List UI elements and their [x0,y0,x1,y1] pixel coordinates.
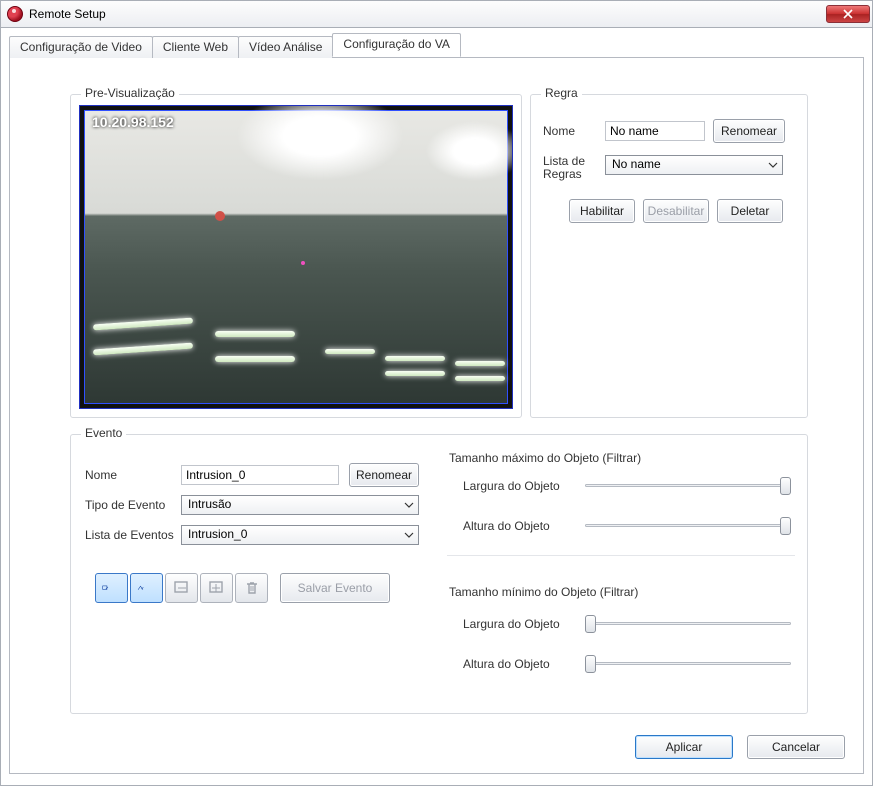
slider-thumb-icon[interactable] [585,655,596,673]
desabilitar-button: Desabilitar [643,199,709,223]
max-largura-slider[interactable] [585,477,791,495]
red-marker-icon [215,211,225,221]
tab-label: Cliente Web [163,40,228,54]
draw-line-icon [137,579,144,597]
regra-lista-select[interactable]: No name [605,155,783,175]
max-altura-slider[interactable] [585,517,791,535]
aplicar-button[interactable]: Aplicar [635,735,733,759]
chevron-down-icon [404,530,414,540]
evento-nome-input[interactable] [181,465,339,485]
filtrar-max-legend: Tamanho máximo do Objeto (Filtrar) [449,451,641,465]
close-button[interactable] [826,5,870,23]
tab-body: Pre-Visualização 10.20.9 [9,58,864,774]
evento-tipo-label: Tipo de Evento [85,498,181,512]
tab-video-analise[interactable]: Vídeo Análise [238,36,333,58]
tab-va-config[interactable]: Configuração do VA [332,33,461,57]
camera-ip-overlay: 10.20.98.152 [92,114,174,130]
tool-draw-region[interactable] [95,573,128,603]
evento-legend: Evento [81,426,126,440]
max-largura-label: Largura do Objeto [463,479,560,493]
tool-3 [165,573,198,603]
tab-web-client[interactable]: Cliente Web [152,36,239,58]
slider-thumb-icon[interactable] [780,517,791,535]
regra-nome-label: Nome [543,124,605,138]
tab-video-config[interactable]: Configuração de Video [9,36,153,58]
evento-lista-label: Lista de Eventos [85,528,181,542]
select-value: No name [612,157,661,171]
min-altura-slider[interactable] [585,655,791,673]
title-bar: Remote Setup [0,0,873,28]
tab-label: Vídeo Análise [249,40,322,54]
evento-tipo-select[interactable]: Intrusão [181,495,419,515]
dialog-buttons: Aplicar Cancelar [635,735,845,759]
slider-thumb-icon[interactable] [780,477,791,495]
preview-group: Pre-Visualização 10.20.9 [70,94,522,418]
min-altura-label: Altura do Objeto [463,657,550,671]
divider [447,555,795,556]
regra-renomear-button[interactable]: Renomear [713,119,785,143]
evento-renomear-button[interactable]: Renomear [349,463,419,487]
min-largura-slider[interactable] [585,615,791,633]
trash-icon [242,579,262,597]
preview-legend: Pre-Visualização [81,86,179,100]
salvar-evento-button: Salvar Evento [280,573,390,603]
habilitar-button[interactable]: Habilitar [569,199,635,223]
regra-legend: Regra [541,86,582,100]
slider-thumb-icon[interactable] [585,615,596,633]
tab-strip: Configuração de Video Cliente Web Vídeo … [9,34,864,58]
tool-4 [200,573,233,603]
max-altura-label: Altura do Objeto [463,519,550,533]
min-largura-label: Largura do Objeto [463,617,560,631]
focus-point-icon [301,261,305,265]
close-icon [843,9,853,19]
tab-label: Configuração de Video [20,40,142,54]
evento-lista-select[interactable]: Intrusion_0 [181,525,419,545]
select-value: Intrusão [188,497,231,511]
regra-nome-input[interactable] [605,121,705,141]
evento-group: Evento Nome Renomear Tipo de Evento Intr… [70,434,808,714]
chevron-down-icon [404,500,414,510]
tool-4-icon [207,579,227,597]
app-logo-icon [7,6,23,22]
draw-region-icon [102,579,109,597]
tool-delete [235,573,268,603]
camera-scene [84,110,508,404]
regra-lista-label: Lista de Regras [543,155,605,181]
tool-3-icon [172,579,192,597]
evento-nome-label: Nome [85,468,181,482]
chevron-down-icon [768,160,778,170]
regra-group: Regra Nome Renomear Lista de Regras No n… [530,94,808,418]
select-value: Intrusion_0 [188,527,247,541]
tool-draw-line[interactable] [130,573,163,603]
filtrar-min-legend: Tamanho mínimo do Objeto (Filtrar) [449,585,638,599]
cancelar-button[interactable]: Cancelar [747,735,845,759]
tab-label: Configuração do VA [343,37,450,51]
deletar-button[interactable]: Deletar [717,199,783,223]
window-title: Remote Setup [29,7,106,21]
camera-preview[interactable]: 10.20.98.152 [79,105,513,409]
client-area: Configuração de Video Cliente Web Vídeo … [0,28,873,786]
